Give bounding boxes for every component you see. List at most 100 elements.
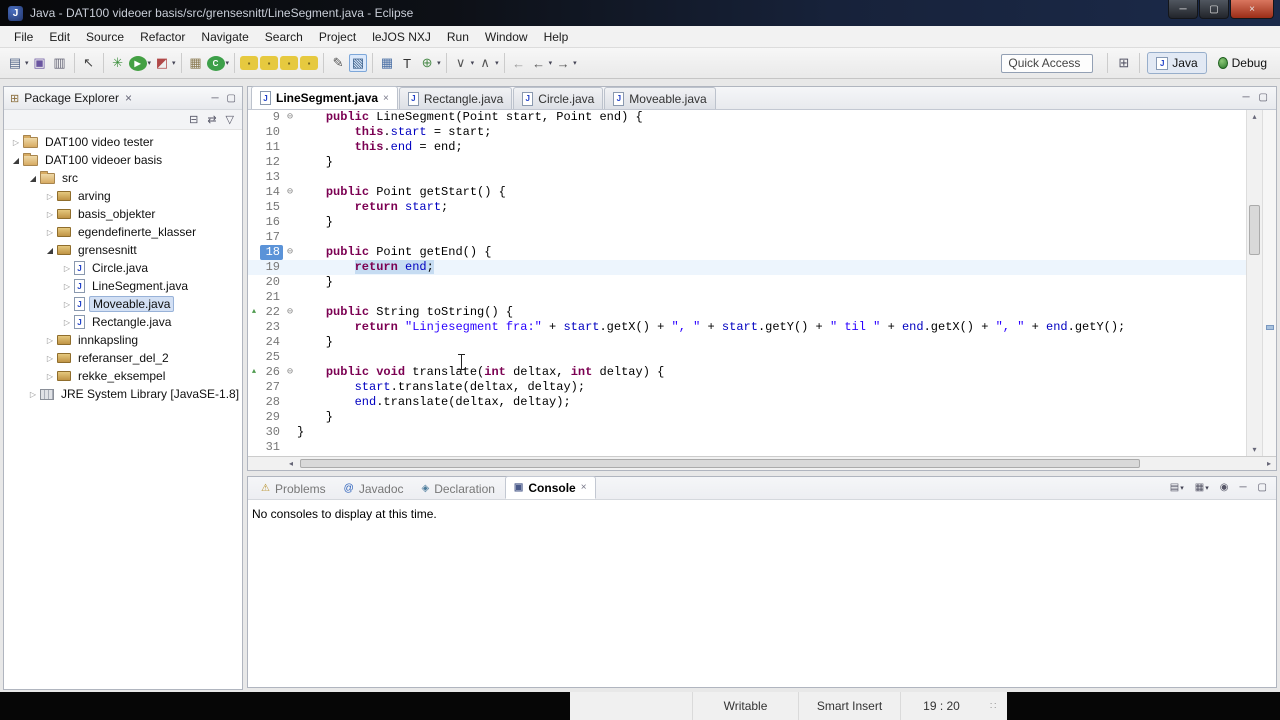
menu-help[interactable]: Help [536, 28, 577, 46]
code-line-17[interactable]: 17 [248, 230, 1246, 245]
code-line-21[interactable]: 21 [248, 290, 1246, 305]
dropdown-arrow-icon[interactable]: ▾ [25, 59, 29, 67]
lejos-upload-button[interactable]: ▪ [260, 56, 279, 70]
expander-icon[interactable]: ▷ [44, 210, 56, 219]
code-line-10[interactable]: 10 this.start = start; [248, 125, 1246, 140]
menu-lejos-nxj[interactable]: leJOS NXJ [364, 28, 439, 46]
tab-moveable-java[interactable]: J Moveable.java [604, 87, 716, 109]
menu-source[interactable]: Source [78, 28, 132, 46]
maximize-window-button[interactable]: ▢ [1199, 0, 1229, 19]
minimize-editor-icon[interactable]: ─ [1242, 92, 1249, 103]
expander-icon[interactable]: ◢ [10, 156, 22, 165]
code-line-13[interactable]: 13 [248, 170, 1246, 185]
new-type-button[interactable]: ⊕ ▾ [418, 54, 441, 72]
tree-item-moveable-java[interactable]: ▷ J Moveable.java [4, 295, 242, 313]
tab-console[interactable]: ▣ Console × [504, 476, 596, 499]
menu-refactor[interactable]: Refactor [132, 28, 193, 46]
tab-javadoc[interactable]: @ Javadoc [336, 478, 412, 499]
expander-icon[interactable]: ▷ [61, 318, 73, 327]
next-annotation-button[interactable]: ∨ ▾ [452, 54, 475, 72]
code-line-29[interactable]: 29 } [248, 410, 1246, 425]
tab-problems[interactable]: ⚠ Problems [253, 478, 334, 499]
pin-console-button[interactable]: ◉ [1220, 482, 1229, 493]
line-number[interactable]: 26 [260, 365, 283, 380]
dropdown-arrow-icon[interactable]: ▾ [172, 59, 176, 67]
tab-rectangle-java[interactable]: J Rectangle.java [398, 87, 513, 109]
maximize-view-button[interactable]: ▢ [1258, 482, 1267, 493]
dropdown-arrow-icon[interactable]: ▾ [495, 59, 499, 67]
line-number[interactable]: 16 [260, 215, 283, 230]
text-tool-button[interactable]: T [398, 54, 416, 72]
line-number[interactable]: 14 [260, 185, 283, 200]
code-line-11[interactable]: 11 this.end = end; [248, 140, 1246, 155]
code-line-19[interactable]: 19 return end; [248, 260, 1246, 275]
line-number[interactable]: 28 [260, 395, 283, 410]
code-line-28[interactable]: 28 end.translate(deltax, deltay); [248, 395, 1246, 410]
minimize-view-icon[interactable]: ─ [211, 93, 218, 104]
tab-circle-java[interactable]: J Circle.java [513, 87, 604, 109]
dropdown-arrow-icon[interactable]: ▾ [226, 59, 230, 67]
fold-collapse-icon[interactable]: ⊖ [283, 185, 297, 200]
collapse-all-icon[interactable]: ⊟ [189, 113, 198, 126]
tab-linesegment-java[interactable]: J LineSegment.java × [251, 86, 398, 109]
menu-window[interactable]: Window [477, 28, 536, 46]
scroll-up-icon[interactable]: ▴ [1247, 110, 1262, 123]
code-area[interactable]: 9 ⊖ public LineSegment(Point start, Point… [248, 110, 1246, 456]
menu-project[interactable]: Project [311, 28, 364, 46]
tree-item-dat100-video-tester[interactable]: ▷ DAT100 video tester [4, 133, 242, 151]
line-number[interactable]: 22 [260, 305, 283, 320]
dropdown-arrow-icon[interactable]: ▾ [471, 59, 475, 67]
dropdown-arrow-icon[interactable]: ▾ [549, 59, 553, 67]
line-number[interactable]: 19 [260, 260, 283, 275]
view-menu-icon[interactable]: ▽ [226, 113, 234, 126]
selection-tool-button[interactable]: ↖ [80, 54, 98, 72]
overview-marker[interactable] [1266, 325, 1274, 330]
quick-access-box[interactable]: Quick Access [1001, 53, 1094, 73]
menu-navigate[interactable]: Navigate [193, 28, 256, 46]
expander-icon[interactable]: ▷ [61, 300, 73, 309]
tree-item-src[interactable]: ◢ src [4, 169, 242, 187]
line-number[interactable]: 11 [260, 140, 283, 155]
back-history-button[interactable]: ← ▾ [530, 54, 553, 72]
line-number[interactable]: 23 [260, 320, 283, 335]
expander-icon[interactable]: ▷ [44, 354, 56, 363]
link-with-editor-icon[interactable]: ⇄ [207, 113, 216, 126]
line-number[interactable]: 12 [260, 155, 283, 170]
tree-item-grensesnitt[interactable]: ◢ grensesnitt [4, 241, 242, 259]
code-line-9[interactable]: 9 ⊖ public LineSegment(Point start, Point… [248, 110, 1246, 125]
debug-button[interactable]: ✳ [109, 54, 127, 72]
tree-item-linesegment-java[interactable]: ▷ J LineSegment.java [4, 277, 242, 295]
menu-file[interactable]: File [6, 28, 41, 46]
close-window-button[interactable]: × [1230, 0, 1274, 19]
dropdown-arrow-icon[interactable]: ▾ [573, 59, 577, 67]
tree-item-circle-java[interactable]: ▷ J Circle.java [4, 259, 242, 277]
lejos-compile-button[interactable]: ▪ [240, 56, 259, 70]
line-number[interactable]: 25 [260, 350, 283, 365]
expander-icon[interactable]: ▷ [10, 138, 22, 147]
forward-history-button[interactable]: → ▾ [554, 54, 577, 72]
prev-annotation-button[interactable]: ∧ ▾ [476, 54, 499, 72]
tree-item-jre-system-library-javase-1-8[interactable]: ▷ JRE System Library [JavaSE-1.8] [4, 385, 242, 403]
tree-item-referanser-del-2[interactable]: ▷ referanser_del_2 [4, 349, 242, 367]
new-table-button[interactable]: ▦ [378, 54, 396, 72]
new-wizard-button[interactable]: ▤ ▾ [6, 54, 29, 72]
line-number[interactable]: 13 [260, 170, 283, 185]
expander-icon[interactable]: ▷ [44, 228, 56, 237]
tree-item-dat100-videoer-basis[interactable]: ◢ DAT100 videoer basis [4, 151, 242, 169]
expander-icon[interactable]: ▷ [44, 192, 56, 201]
horizontal-scrollbar[interactable]: ◂ ▸ [248, 456, 1276, 470]
overview-ruler[interactable] [1262, 110, 1276, 456]
menu-search[interactable]: Search [257, 28, 311, 46]
code-line-30[interactable]: 30} [248, 425, 1246, 440]
code-line-16[interactable]: 16 } [248, 215, 1246, 230]
expander-icon[interactable]: ▷ [44, 372, 56, 381]
code-line-20[interactable]: 20 } [248, 275, 1246, 290]
dropdown-arrow-icon[interactable]: ▾ [1180, 484, 1184, 492]
code-line-25[interactable]: 25 [248, 350, 1246, 365]
menu-run[interactable]: Run [439, 28, 477, 46]
line-number[interactable]: 30 [260, 425, 283, 440]
line-number[interactable]: 27 [260, 380, 283, 395]
lejos-flash-button[interactable]: ▪ [300, 56, 319, 70]
display-selected-console-button[interactable]: ▦ ▾ [1195, 482, 1209, 493]
tree-item-innkapsling[interactable]: ▷ innkapsling [4, 331, 242, 349]
